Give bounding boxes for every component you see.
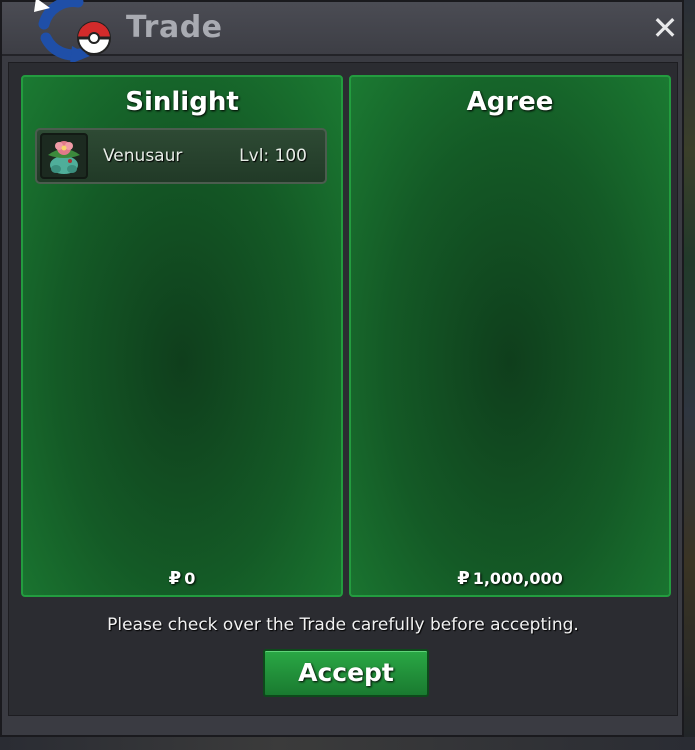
venusaur-sprite-icon — [40, 133, 88, 179]
left-trader-name: Sinlight — [125, 87, 239, 117]
game-background-strip-bottom — [0, 737, 695, 750]
window-title: Trade — [126, 10, 223, 45]
pokedollar-icon: ₽ — [457, 568, 470, 589]
close-icon[interactable]: ✕ — [649, 9, 681, 47]
trade-logo-icon — [16, 0, 116, 64]
right-money-amount: 1,000,000 — [472, 569, 563, 588]
left-money-amount: 0 — [184, 569, 196, 588]
left-money: ₽0 — [23, 568, 341, 589]
accept-button[interactable]: Accept — [263, 649, 429, 697]
pokemon-name: Venusaur — [103, 146, 183, 166]
trade-content: Sinlight Venusaur Lvl: 100 ₽ 0 Agree ₽ 1… — [8, 62, 678, 716]
pokemon-slot[interactable]: Venusaur Lvl: 100 — [35, 128, 327, 184]
trade-window: Trade ✕ Sinlight Venusaur Lvl: 100 ₽ 0 A… — [0, 0, 684, 737]
right-trade-panel: Agree ₽1,000,000 — [349, 75, 671, 597]
pokemon-level: Lvl: 100 — [239, 146, 307, 166]
game-background-strip — [684, 0, 695, 750]
pokedollar-icon: ₽ — [168, 568, 182, 589]
title-bar[interactable]: Trade ✕ — [2, 0, 682, 64]
right-trader-name: Agree — [466, 87, 554, 117]
left-trade-panel: Sinlight Venusaur Lvl: 100 ₽ 0 — [21, 75, 343, 597]
right-money: ₽1,000,000 — [351, 568, 669, 589]
trade-notice: Please check over the Trade carefully be… — [107, 615, 579, 635]
